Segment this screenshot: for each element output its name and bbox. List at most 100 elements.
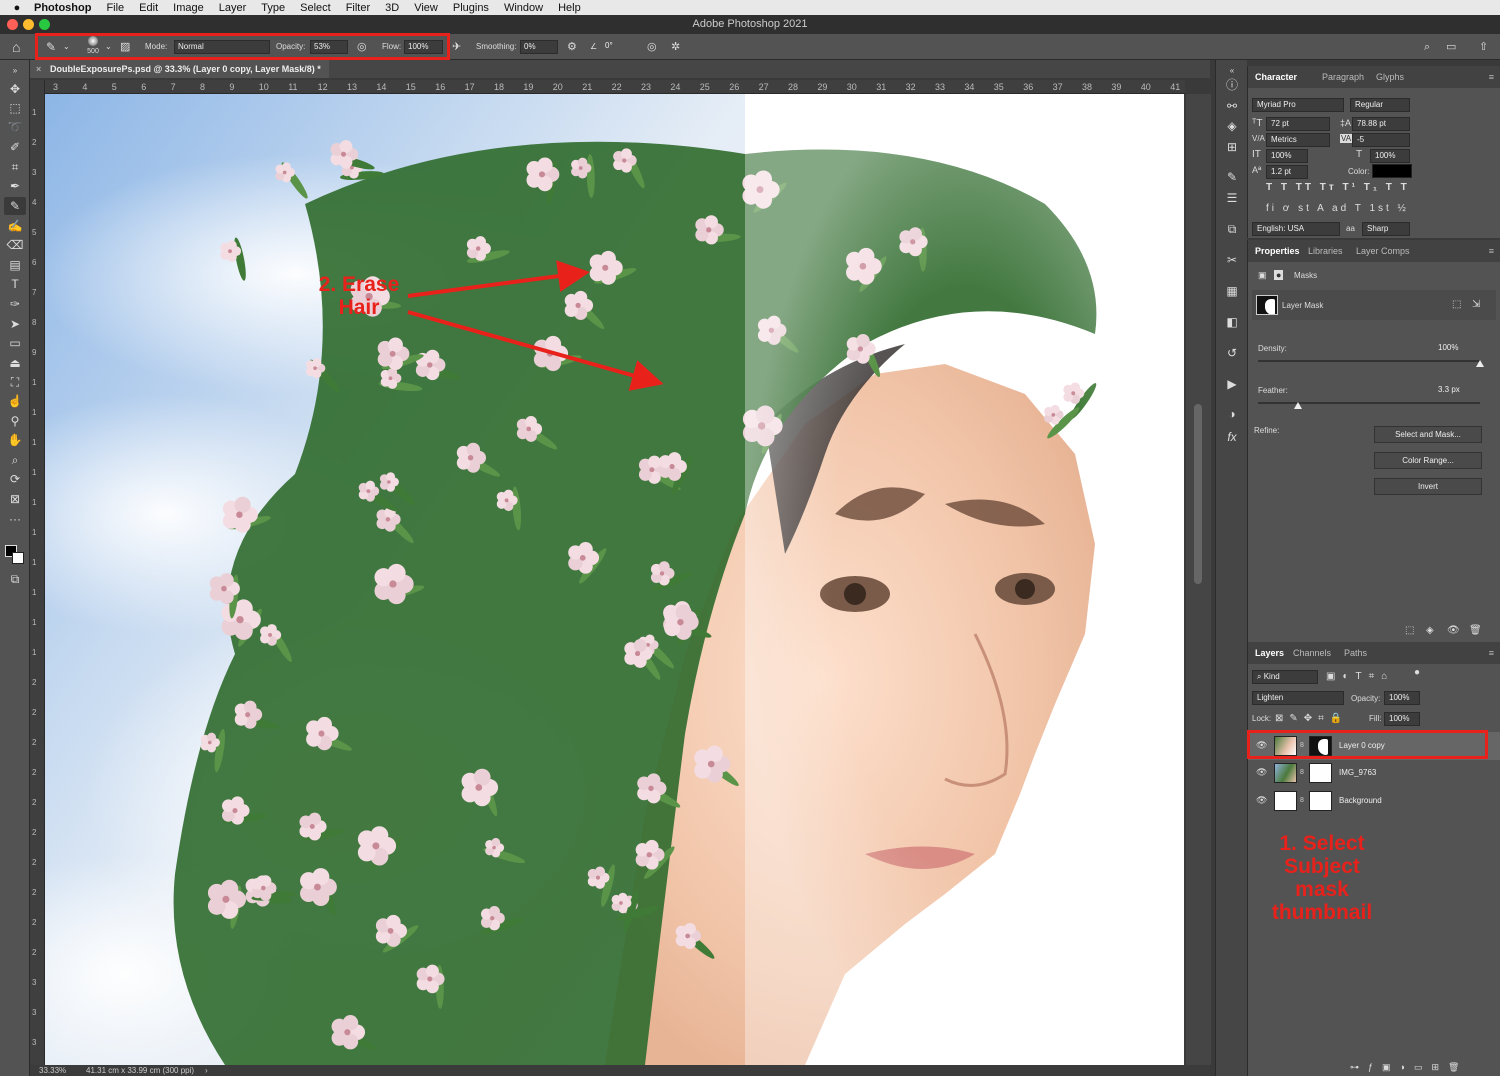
invert-button[interactable]: Invert <box>1374 478 1482 495</box>
layer-filter-icons[interactable]: ▣◐T⌗⌂ <box>1326 671 1394 682</box>
history-brush-tool-icon[interactable]: ✍ <box>4 217 26 235</box>
kerning-select[interactable]: Metrics <box>1266 133 1330 147</box>
clone-source-icon[interactable]: ⧉ <box>1223 220 1241 238</box>
document-canvas[interactable] <box>45 94 1184 1065</box>
vertical-scale-input[interactable]: 100% <box>1266 149 1308 163</box>
menu-window[interactable]: Window <box>504 2 543 14</box>
color-range-button[interactable]: Color Range... <box>1374 452 1482 469</box>
info-icon[interactable]: ⓘ <box>1223 76 1241 94</box>
menu-select[interactable]: Select <box>300 2 331 14</box>
feather-slider-thumb[interactable] <box>1293 402 1302 409</box>
layer-row-layer-0-copy[interactable]: 👁 8 Layer 0 copy <box>1248 732 1500 760</box>
visibility-eye-icon[interactable]: 👁 <box>1256 767 1267 778</box>
select-and-mask-button[interactable]: Select and Mask... <box>1374 426 1482 443</box>
layer-thumbnail[interactable] <box>1274 763 1297 783</box>
menu-edit[interactable]: Edit <box>139 2 158 14</box>
zoom-tool-icon[interactable]: ⌕ <box>4 451 26 469</box>
swatches-icon[interactable]: ▦ <box>1223 282 1241 300</box>
pen-tool-icon[interactable]: ✑ <box>4 295 26 313</box>
move-tool-icon[interactable]: ✥ <box>4 80 26 98</box>
vector-mask-icon[interactable]: ● <box>1274 270 1284 280</box>
panel-menu-icon[interactable]: ≡ <box>1489 240 1494 262</box>
visibility-eye-icon[interactable]: 👁 <box>1256 740 1267 751</box>
menu-app-name[interactable]: Photoshop <box>34 2 91 14</box>
marquee-tool-icon[interactable]: ⬚ <box>4 99 26 117</box>
lasso-tool-icon[interactable]: ➰ <box>4 118 26 136</box>
font-style-select[interactable]: Regular <box>1350 98 1410 112</box>
smudge-tool-icon[interactable]: ☝ <box>4 392 26 410</box>
baseline-shift-input[interactable]: 1.2 pt <box>1266 165 1308 179</box>
tab-paths[interactable]: Paths <box>1344 642 1367 664</box>
tab-properties[interactable]: Properties <box>1255 240 1300 262</box>
layer-opacity-input[interactable]: 100% <box>1384 691 1420 705</box>
layer-filter-select[interactable]: ⌕ Kind <box>1252 670 1318 684</box>
layer-row-img-9763[interactable]: 👁 8 IMG_9763 <box>1248 759 1500 787</box>
adjust-brush-icon[interactable]: ⚯ <box>1223 97 1241 115</box>
density-slider-thumb[interactable] <box>1476 360 1484 367</box>
visibility-eye-icon[interactable]: 👁 <box>1256 795 1267 806</box>
menu-layer[interactable]: Layer <box>219 2 247 14</box>
select-mask-icon[interactable]: ⬚ <box>1452 299 1461 310</box>
layer-mask-thumbnail[interactable] <box>1309 763 1332 783</box>
layer-row-background[interactable]: 👁 8 Background <box>1248 787 1500 815</box>
leading-input[interactable]: 78.88 pt <box>1352 117 1410 131</box>
apply-mask-icon[interactable]: ⇲ <box>1472 299 1480 310</box>
brush-settings-icon[interactable]: ▨ <box>120 34 130 60</box>
home-icon[interactable]: ⌂ <box>12 34 20 60</box>
tab-paragraph[interactable]: Paragraph <box>1322 66 1364 88</box>
sliders-icon[interactable]: ☰ <box>1223 189 1241 207</box>
menu-type[interactable]: Type <box>261 2 285 14</box>
gradient-tool-icon[interactable]: ▤ <box>4 256 26 274</box>
minimize-window-button[interactable] <box>23 19 34 30</box>
layer-mask-thumbnail[interactable] <box>1309 736 1332 756</box>
load-selection-icon[interactable]: ⬚ <box>1405 625 1414 636</box>
mode-select[interactable]: Normal <box>174 39 270 54</box>
lock-icons[interactable]: ⊠✎✥⌗🔒 <box>1275 713 1348 724</box>
tab-character[interactable]: Character <box>1255 66 1297 88</box>
feather-slider[interactable] <box>1258 402 1480 404</box>
blend-mode-select[interactable]: Lighten <box>1252 691 1344 705</box>
adjustments-icon[interactable]: ◑ <box>1223 405 1241 423</box>
search-icon[interactable]: ⌕ <box>1424 34 1430 60</box>
font-family-select[interactable]: Myriad Pro <box>1252 98 1344 112</box>
3d-icon[interactable]: ◈ <box>1223 117 1241 135</box>
opentype-buttons[interactable]: fi ơ st A ad T 1st ½ <box>1266 203 1409 214</box>
airbrush-icon[interactable]: ✈ <box>452 34 461 60</box>
fill-input[interactable]: 100% <box>1384 712 1420 726</box>
flow-input[interactable]: 100% <box>404 39 443 54</box>
zoom-level[interactable]: 33.33% <box>39 1065 66 1076</box>
3d-tool-icon[interactable]: ⛶ <box>4 373 26 391</box>
hand-tool-icon[interactable]: ✋ <box>4 431 26 449</box>
menu-filter[interactable]: Filter <box>346 2 370 14</box>
close-tab-icon[interactable]: × <box>36 60 41 78</box>
typographic-buttons[interactable]: T T TT Tт T¹ T₁ T T <box>1266 182 1410 193</box>
path-select-tool-icon[interactable]: ➤ <box>4 315 26 333</box>
apple-icon[interactable]: ● <box>0 2 34 14</box>
toggle-mask-visibility-icon[interactable]: 👁 <box>1447 625 1460 636</box>
background-color-swatch[interactable] <box>12 552 24 564</box>
tracking-input[interactable]: -5 <box>1352 133 1410 147</box>
layer-actions-bar[interactable]: ⊶ƒ▣◑▭⊞🗑 <box>1350 1062 1468 1073</box>
menu-3d[interactable]: 3D <box>385 2 399 14</box>
language-select[interactable]: English: USA <box>1252 222 1340 236</box>
feather-value[interactable]: 3.3 px <box>1434 384 1480 398</box>
antialias-select[interactable]: Sharp <box>1362 222 1410 236</box>
rotate-view-tool-icon[interactable]: ⟳ <box>4 470 26 488</box>
font-size-input[interactable]: 72 pt <box>1266 117 1330 131</box>
menu-view[interactable]: View <box>414 2 438 14</box>
crop-tool-icon[interactable]: ⌗ <box>4 158 26 176</box>
menu-plugins[interactable]: Plugins <box>453 2 489 14</box>
stamp-tool-icon[interactable]: ⏏ <box>4 354 26 372</box>
layer-thumbnail[interactable] <box>1274 791 1297 811</box>
brush-tool-icon[interactable]: ✎ <box>46 34 56 60</box>
apply-mask-bottom-icon[interactable]: ◈ <box>1426 625 1434 636</box>
pressure-opacity-icon[interactable]: ◎ <box>357 34 367 60</box>
brush-tool-icon[interactable]: ✎ <box>4 197 26 215</box>
brush-preset-picker[interactable]: 500 <box>84 36 102 62</box>
layer-mask-thumbnail[interactable] <box>1309 791 1332 811</box>
document-tab[interactable]: × DoubleExposurePs.psd @ 33.3% (Layer 0 … <box>30 60 329 78</box>
share-icon[interactable]: ⇧ <box>1479 34 1488 60</box>
panel-menu-icon[interactable]: ≡ <box>1489 66 1494 88</box>
brush-preset-chevron-icon[interactable]: ⌄ <box>105 34 112 60</box>
horizontal-scale-input[interactable]: 100% <box>1370 149 1410 163</box>
